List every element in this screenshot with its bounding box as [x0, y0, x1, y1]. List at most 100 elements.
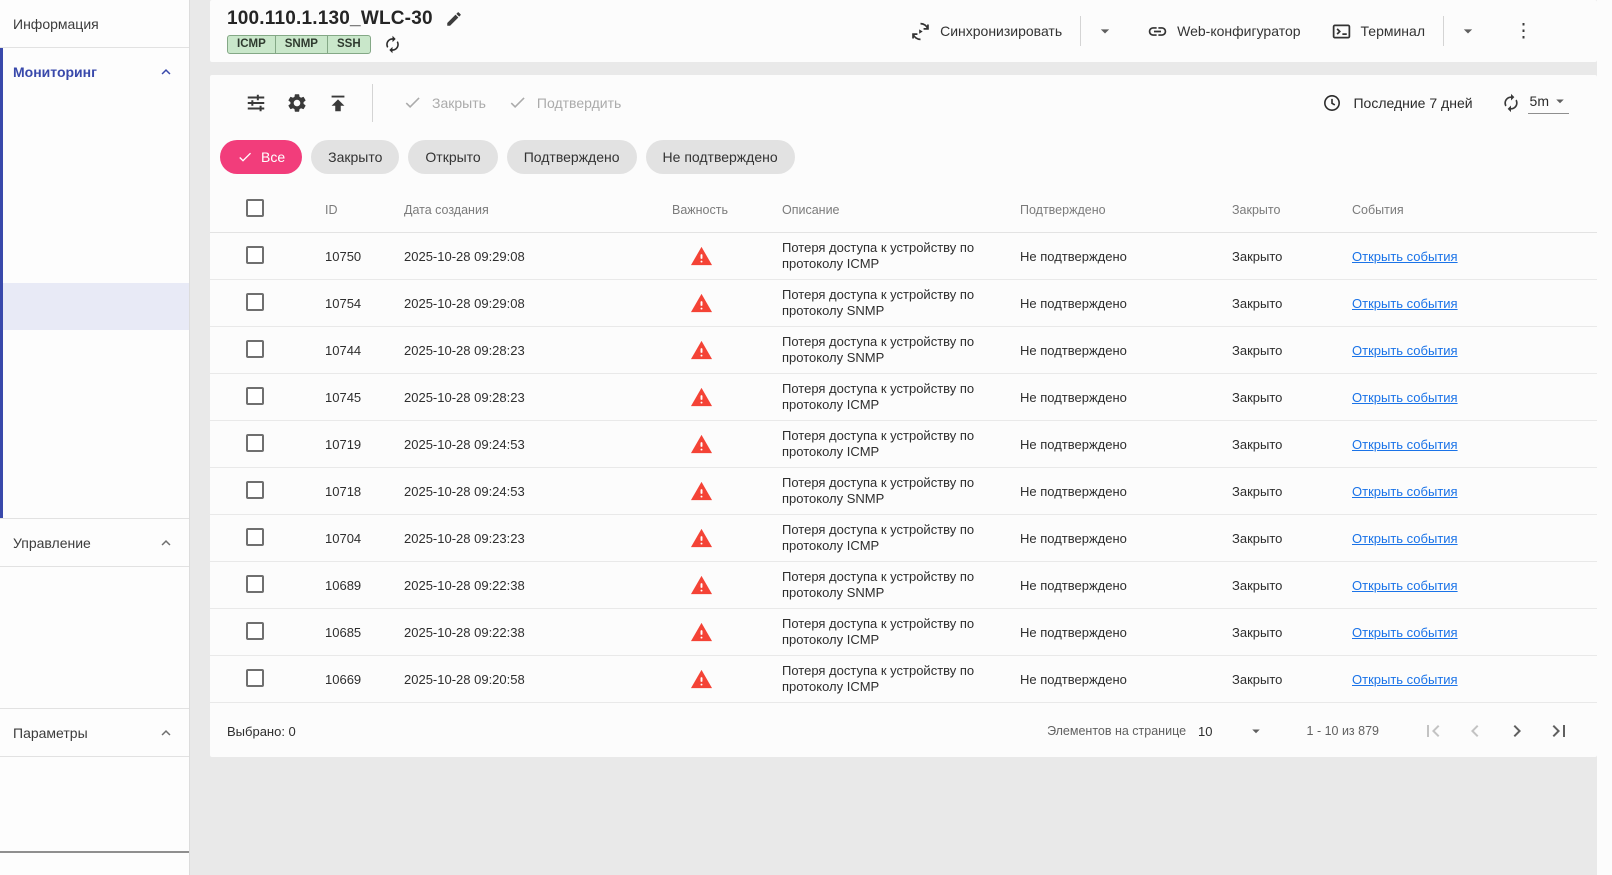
sidebar-item[interactable] — [3, 95, 189, 142]
per-page-value[interactable]: 10 — [1198, 724, 1212, 739]
warning-icon — [690, 668, 782, 691]
pagination-range: 1 - 10 из 879 — [1306, 724, 1379, 738]
open-events-link[interactable]: Открыть события — [1352, 249, 1458, 264]
sync-dropdown-caret[interactable] — [1091, 21, 1119, 41]
row-checkbox[interactable] — [246, 433, 264, 452]
cell-id: 10689 — [325, 577, 362, 593]
sidebar-item[interactable] — [0, 614, 189, 661]
open-events-link[interactable]: Открыть события — [1352, 484, 1458, 499]
filter-chip[interactable]: Открыто — [408, 140, 498, 174]
warning-icon — [690, 386, 782, 409]
upload-icon[interactable] — [327, 92, 349, 114]
divider — [372, 83, 373, 122]
filter-chip[interactable]: Все — [220, 140, 303, 174]
scrollbar[interactable] — [1597, 0, 1612, 875]
row-checkbox[interactable] — [246, 245, 264, 264]
row-checkbox[interactable] — [246, 386, 264, 405]
warning-icon — [690, 527, 782, 550]
cell-id: 10719 — [325, 436, 362, 452]
terminal-dropdown-caret[interactable] — [1454, 21, 1482, 41]
row-checkbox[interactable] — [246, 668, 264, 687]
cell-description: Потеря доступа к устройству по протоколу… — [782, 568, 975, 600]
edit-icon[interactable] — [445, 10, 463, 28]
column-header-created: Дата создания — [404, 202, 489, 217]
check-icon — [237, 149, 253, 165]
open-events-link[interactable]: Открыть события — [1352, 672, 1458, 687]
table-row: 10750 2025-10-28 09:29:08 Потеря доступа… — [210, 233, 1597, 280]
table-row: 10745 2025-10-28 09:28:23 Потеря доступа… — [210, 374, 1597, 421]
gear-icon[interactable] — [286, 92, 308, 114]
refresh-interval-select[interactable]: 5m — [1527, 92, 1569, 114]
open-events-link[interactable]: Открыть события — [1352, 437, 1458, 452]
open-events-link[interactable]: Открыть события — [1352, 390, 1458, 405]
filter-chip-label: Не подтверждено — [662, 149, 778, 165]
device-header: 100.110.1.130_WLC-30 ICMP SNMP SSH Синхр… — [210, 0, 1597, 62]
last-page-icon[interactable] — [1547, 719, 1571, 743]
filter-chip[interactable]: Подтверждено — [506, 140, 637, 174]
sidebar-item[interactable] — [3, 142, 189, 189]
filter-chip[interactable]: Не подтверждено — [645, 140, 795, 174]
prev-page-icon[interactable] — [1463, 719, 1487, 743]
cell-closed: Закрыто — [1232, 530, 1283, 546]
cell-closed: Закрыто — [1232, 624, 1283, 640]
cell-closed: Закрыто — [1232, 577, 1283, 593]
sidebar-item[interactable] — [0, 567, 189, 614]
sync-icon — [910, 21, 931, 42]
device-title-block: 100.110.1.130_WLC-30 ICMP SNMP SSH — [227, 8, 463, 54]
kebab-menu-icon[interactable]: ⋮ — [1514, 22, 1533, 41]
warning-icon — [690, 433, 782, 456]
select-all-checkbox[interactable] — [246, 199, 264, 217]
row-checkbox[interactable] — [246, 621, 264, 640]
cell-description: Потеря доступа к устройству по протоколу… — [782, 615, 975, 647]
close-problems-button[interactable]: Закрыть — [403, 93, 486, 112]
sidebar-item[interactable] — [3, 283, 189, 330]
row-checkbox[interactable] — [246, 574, 264, 593]
sidebar-item[interactable] — [0, 757, 189, 804]
row-checkbox[interactable] — [246, 339, 264, 358]
sync-button[interactable]: Синхронизировать — [910, 21, 1062, 42]
sidebar-item[interactable] — [0, 804, 189, 851]
cell-description: Потеря доступа к устройству по протоколу… — [782, 380, 975, 412]
warning-icon — [690, 245, 782, 268]
filter-chip-label: Подтверждено — [523, 149, 620, 165]
warning-icon — [690, 339, 782, 362]
first-page-icon[interactable] — [1421, 719, 1445, 743]
open-events-link[interactable]: Открыть события — [1352, 578, 1458, 593]
sidebar-item[interactable] — [3, 236, 189, 283]
sidebar-item[interactable] — [3, 189, 189, 236]
period-selector[interactable]: Последние 7 дней — [1322, 93, 1473, 113]
table-row: 10744 2025-10-28 09:28:23 Потеря доступа… — [210, 327, 1597, 374]
sidebar-header-management[interactable]: Управление — [0, 519, 189, 566]
row-checkbox[interactable] — [246, 480, 264, 499]
sidebar-item-information[interactable]: Информация — [0, 0, 189, 47]
table-footer: Выбрано: 0 Элементов на странице 10 1 - … — [210, 703, 1597, 759]
refresh-interval-value: 5m — [1529, 92, 1549, 109]
sidebar-header-monitoring[interactable]: Мониторинг — [3, 48, 189, 95]
filter-chip[interactable]: Закрыто — [311, 140, 400, 174]
open-events-link[interactable]: Открыть события — [1352, 625, 1458, 640]
sidebar-item[interactable] — [3, 330, 189, 377]
sidebar-item[interactable] — [3, 377, 189, 424]
cell-created: 2025-10-28 09:24:53 — [404, 483, 525, 499]
open-events-link[interactable]: Открыть события — [1352, 343, 1458, 358]
caret-down-icon[interactable] — [1247, 722, 1265, 740]
sidebar-header-parameters[interactable]: Параметры — [0, 709, 189, 756]
web-configurator-button[interactable]: Web-конфигуратор — [1147, 21, 1301, 42]
row-checkbox[interactable] — [246, 292, 264, 311]
autorefresh-icon[interactable] — [1501, 93, 1521, 113]
terminal-button[interactable]: Терминал — [1331, 21, 1425, 42]
cell-created: 2025-10-28 09:24:53 — [404, 436, 525, 452]
refresh-status-icon[interactable] — [383, 35, 402, 54]
open-events-link[interactable]: Открыть события — [1352, 296, 1458, 311]
table-row: 10685 2025-10-28 09:22:38 Потеря доступа… — [210, 609, 1597, 656]
pagination-controls — [1421, 719, 1571, 743]
cell-severity — [672, 245, 782, 268]
tune-icon[interactable] — [245, 92, 267, 114]
sidebar-item[interactable] — [3, 424, 189, 471]
open-events-link[interactable]: Открыть события — [1352, 531, 1458, 546]
row-checkbox[interactable] — [246, 527, 264, 546]
next-page-icon[interactable] — [1505, 719, 1529, 743]
sidebar-item[interactable] — [3, 471, 189, 518]
sidebar-item[interactable] — [0, 661, 189, 708]
confirm-problems-button[interactable]: Подтвердить — [508, 93, 621, 112]
